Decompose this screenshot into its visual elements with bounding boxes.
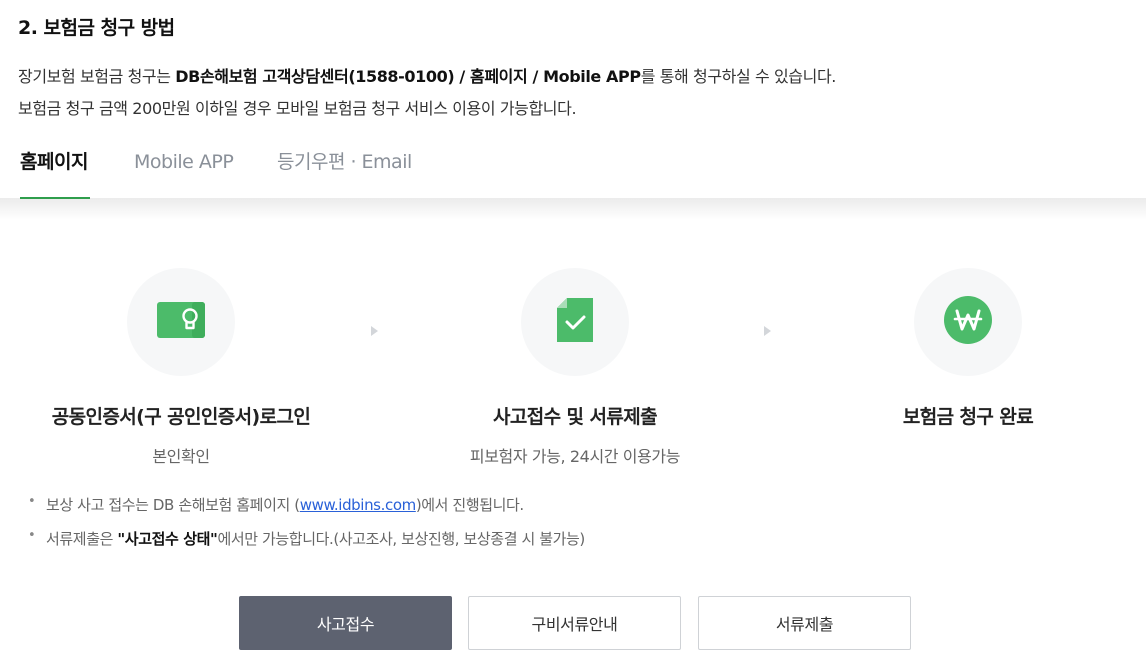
tab-bar: 홈페이지 Mobile APP 등기우편 · Email xyxy=(0,140,1146,200)
section-title: 2. 보험금 청구 방법 xyxy=(18,17,175,39)
step-title: 사고접수 및 서류제출 xyxy=(493,406,658,428)
step-title: 공동인증서(구 공인인증서)로그인 xyxy=(51,406,311,428)
note-text: )에서 진행됩니다. xyxy=(415,496,524,514)
step-accident-report: 사고접수 및 서류제출 피보험자 가능, 24시간 이용가능 xyxy=(405,268,745,467)
step-icon-circle xyxy=(521,268,629,376)
certificate-icon xyxy=(157,301,205,343)
step-title: 보험금 청구 완료 xyxy=(902,406,1034,428)
tab-mail-email[interactable]: 등기우편 · Email xyxy=(277,140,412,200)
step-login: 공동인증서(구 공인인증서)로그인 본인확인 xyxy=(11,268,351,467)
note-text: 서류제출은 xyxy=(46,530,118,548)
description-bold: DB손해보험 고객상담센터(1588-0100) / 홈페이지 / Mobile… xyxy=(175,67,641,86)
list-item: • 보상 사고 접수는 DB 손해보험 홈페이지 (www.idbins.com)… xyxy=(26,494,585,528)
note-text: 에서만 가능합니다.(사고조사, 보상진행, 보상종결 시 불가능) xyxy=(217,530,585,548)
bullet-icon: • xyxy=(28,494,36,509)
step-subtitle: 본인확인 xyxy=(152,447,210,466)
bullet-icon: • xyxy=(28,528,36,543)
step-subtitle: 피보험자 가능, 24시간 이용가능 xyxy=(469,447,681,466)
document-check-icon xyxy=(557,298,593,346)
arrow-right-icon xyxy=(371,326,378,336)
page: 2. 보험금 청구 방법 장기보험 보험금 청구는 DB손해보험 고객상담센터(… xyxy=(0,0,1146,666)
step-claim-complete: 보험금 청구 완료 xyxy=(798,268,1138,443)
list-item: • 서류제출은 "사고접수 상태"에서만 가능합니다.(사고조사, 보상진행, 보… xyxy=(26,528,585,562)
notes-list: • 보상 사고 접수는 DB 손해보험 홈페이지 (www.idbins.com)… xyxy=(26,494,585,562)
step-icon-circle xyxy=(127,268,235,376)
description-text: 장기보험 보험금 청구는 xyxy=(18,67,176,86)
arrow-right-icon xyxy=(764,326,771,336)
description-line-1: 장기보험 보험금 청구는 DB손해보험 고객상담센터(1588-0100) / … xyxy=(18,63,836,87)
description-text: 를 통해 청구하실 수 있습니다. xyxy=(640,67,837,86)
description-line-2: 보험금 청구 금액 200만원 이하일 경우 모바일 보험금 청구 서비스 이용… xyxy=(18,99,577,118)
tab-mobile-app[interactable]: Mobile APP xyxy=(134,140,234,200)
tab-shadow-divider xyxy=(0,198,1146,220)
submit-documents-button[interactable]: 서류제출 xyxy=(698,596,911,650)
note-bold-text: "사고접수 상태" xyxy=(117,530,218,548)
homepage-link[interactable]: www.idbins.com xyxy=(300,496,417,514)
accident-report-button[interactable]: 사고접수 xyxy=(239,596,452,650)
step-icon-circle xyxy=(914,268,1022,376)
tab-homepage[interactable]: 홈페이지 xyxy=(20,140,90,200)
note-text: 보상 사고 접수는 DB 손해보험 홈페이지 ( xyxy=(46,496,300,514)
required-documents-button[interactable]: 구비서류안내 xyxy=(468,596,681,650)
won-icon xyxy=(944,296,992,348)
